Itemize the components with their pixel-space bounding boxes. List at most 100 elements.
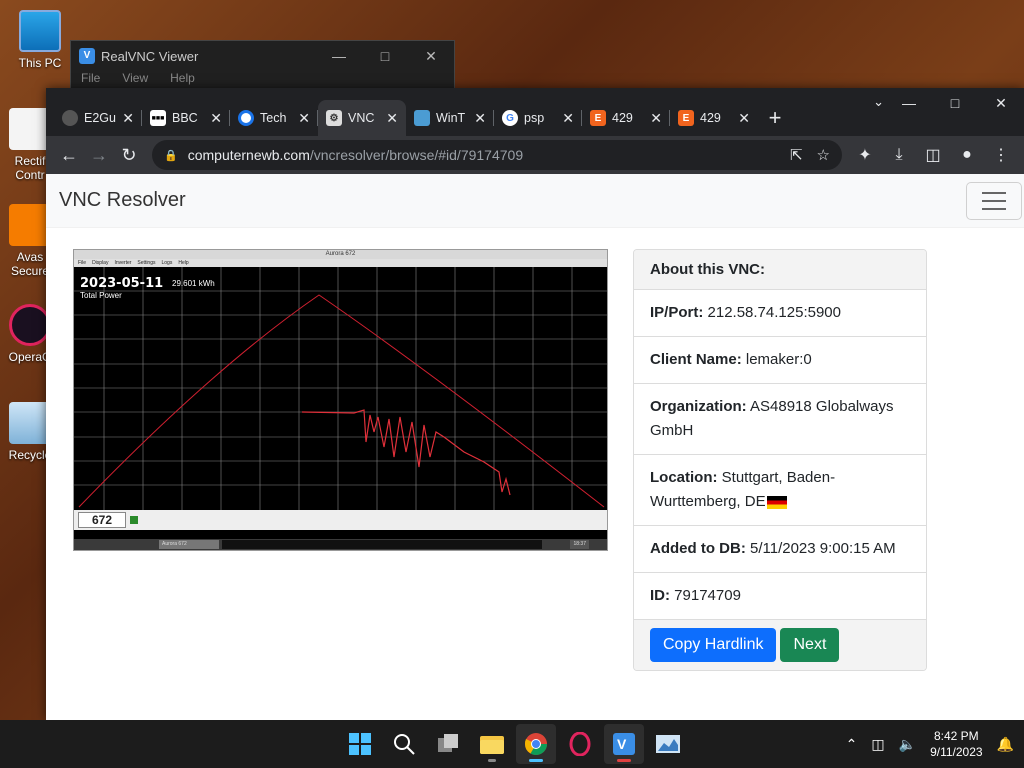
tab-label: 429 <box>612 111 633 125</box>
search-taskbar-button[interactable] <box>384 724 424 764</box>
tab-close-icon[interactable]: ✕ <box>474 110 486 127</box>
bookmark-star-icon[interactable]: ☆ <box>817 146 830 164</box>
card-header: About this VNC: <box>634 250 926 290</box>
navbar-toggle-button[interactable] <box>966 182 1022 220</box>
new-tab-button[interactable]: + <box>758 100 792 136</box>
chrome-taskbar-button[interactable] <box>516 724 556 764</box>
photos-taskbar-button[interactable] <box>648 724 688 764</box>
tech-icon <box>238 110 254 126</box>
wint-icon <box>414 110 430 126</box>
tab-close-icon[interactable]: ✕ <box>650 110 662 127</box>
tab-label: WinT <box>436 111 466 125</box>
tab-label: E2Gu <box>84 111 116 125</box>
bbc-icon: ■■■ <box>150 110 166 126</box>
realvnc-menu: File View Help <box>71 71 454 85</box>
this-pc-desktop-icon[interactable]: This PC <box>0 10 80 70</box>
windows-taskbar: V ⌃ ◫ 🔈 8:42 PM 9/11/2023 🔔 <box>0 720 1024 768</box>
opera-gx-taskbar-button[interactable] <box>560 724 600 764</box>
menu-view[interactable]: View <box>122 71 148 85</box>
maximize-icon[interactable]: □ <box>362 48 408 65</box>
ip-port-label: IP/Port: <box>650 304 704 321</box>
tab-etsy-1[interactable]: E 429 ✕ <box>582 100 670 136</box>
vnc-screenshot: Aurora 672 File Display Inverter Setting… <box>73 249 608 551</box>
opera-gx-icon <box>9 304 51 346</box>
profile-icon[interactable]: ● <box>952 140 982 170</box>
tab-label: VNC <box>348 111 375 125</box>
recycle-bin-label: Recycle <box>8 448 52 462</box>
navbar-brand[interactable]: VNC Resolver <box>59 189 186 212</box>
download-icon[interactable]: ⤓ <box>884 140 914 170</box>
germany-flag-icon <box>766 495 787 509</box>
tab-vnc[interactable]: ⚙ VNC ✕ <box>318 100 406 136</box>
ip-port-value: 212.58.74.125:5900 <box>707 304 841 321</box>
close-icon[interactable]: ✕ <box>408 48 454 65</box>
tab-e2gu[interactable]: E2Gu ✕ <box>54 100 142 136</box>
screenshot-date: 2023-05-11 <box>80 276 164 291</box>
tab-psp[interactable]: G psp ✕ <box>494 100 582 136</box>
task-view-icon <box>438 734 458 752</box>
power-plot <box>74 267 607 510</box>
tab-close-icon[interactable]: ✕ <box>210 110 222 127</box>
search-icon <box>394 734 415 755</box>
folder-icon <box>480 736 504 754</box>
clock-time: 8:42 PM <box>933 729 979 743</box>
reload-icon[interactable]: ↻ <box>114 140 144 170</box>
forward-icon[interactable]: → <box>84 140 114 170</box>
task-view-button[interactable] <box>428 724 468 764</box>
tab-close-icon[interactable]: ✕ <box>562 110 574 127</box>
tab-tech[interactable]: Tech ✕ <box>230 100 318 136</box>
back-icon[interactable]: ← <box>54 140 84 170</box>
tab-close-icon[interactable]: ✕ <box>738 110 750 127</box>
address-bar[interactable]: 🔒 computernewb.com/vncresolver/browse/#i… <box>152 140 842 170</box>
volume-mute-icon[interactable]: 🔈 <box>899 736 916 753</box>
screenshot-status-bar: 672 <box>74 510 607 530</box>
screenshot-taskbar: Aurora 672 18:37 <box>74 539 607 550</box>
added-to-db-row: Added to DB: 5/11/2023 9:00:15 AM <box>634 526 926 573</box>
menu-help[interactable]: Help <box>170 71 195 85</box>
opera-gx-label: OperaG <box>8 350 52 364</box>
ip-port-row: IP/Port: 212.58.74.125:5900 <box>634 290 926 337</box>
tab-close-icon[interactable]: ✕ <box>386 110 398 127</box>
screenshot-clock: 18:37 <box>570 540 589 549</box>
tab-etsy-2[interactable]: E 429 ✕ <box>670 100 758 136</box>
organization-label: Organization: <box>650 398 747 415</box>
screenshot-menu-item: Logs <box>161 260 173 266</box>
extensions-icon[interactable]: ✦ <box>850 140 880 170</box>
recycle-bin-icon <box>9 402 51 444</box>
notification-bell-icon[interactable]: 🔔 <box>997 736 1014 753</box>
card-footer: Copy Hardlink Next <box>634 620 926 670</box>
side-panel-icon[interactable]: ◫ <box>918 140 948 170</box>
screenshot-menu-item: Display <box>92 260 109 266</box>
screenshot-kwh: 29.601 kWh <box>172 279 215 288</box>
added-to-db-value: 5/11/2023 9:00:15 AM <box>750 540 896 557</box>
screenshot-menu-item: Inverter <box>114 260 132 266</box>
menu-file[interactable]: File <box>81 71 100 85</box>
close-icon[interactable]: ✕ <box>978 88 1024 118</box>
url-host: computernewb.com <box>187 147 310 163</box>
lock-icon[interactable]: 🔒 <box>164 149 178 162</box>
id-value: 79174709 <box>674 587 741 604</box>
tab-close-icon[interactable]: ✕ <box>122 110 134 127</box>
chevron-up-icon[interactable]: ⌃ <box>846 736 858 753</box>
next-button[interactable]: Next <box>780 628 840 662</box>
web-page: VNC Resolver Aurora 672 File Display Inv… <box>46 174 1024 720</box>
minimize-icon[interactable]: — <box>886 88 932 118</box>
screenshot-menu: File Display Inverter Settings Logs Help <box>74 259 607 267</box>
start-button[interactable] <box>340 724 380 764</box>
maximize-icon[interactable]: □ <box>932 88 978 118</box>
system-clock[interactable]: 8:42 PM 9/11/2023 <box>930 728 983 760</box>
tab-wint[interactable]: WinT ✕ <box>406 100 494 136</box>
client-name-row: Client Name: lemaker:0 <box>634 337 926 384</box>
screenshot-menu-item: File <box>78 260 87 266</box>
share-icon[interactable]: ⇱ <box>790 146 803 164</box>
menu-kebab-icon[interactable]: ⋮ <box>986 140 1016 170</box>
minimize-icon[interactable]: — <box>316 48 362 65</box>
monitor-tray-icon[interactable]: ◫ <box>871 736 884 753</box>
tab-search-icon[interactable]: ⌄ <box>873 94 884 110</box>
realvnc-taskbar-button[interactable]: V <box>604 724 644 764</box>
tab-bbc[interactable]: ■■■ BBC ✕ <box>142 100 230 136</box>
file-explorer-button[interactable] <box>472 724 512 764</box>
tab-label: 429 <box>700 111 721 125</box>
copy-hardlink-button[interactable]: Copy Hardlink <box>650 628 777 662</box>
tab-close-icon[interactable]: ✕ <box>298 110 310 127</box>
